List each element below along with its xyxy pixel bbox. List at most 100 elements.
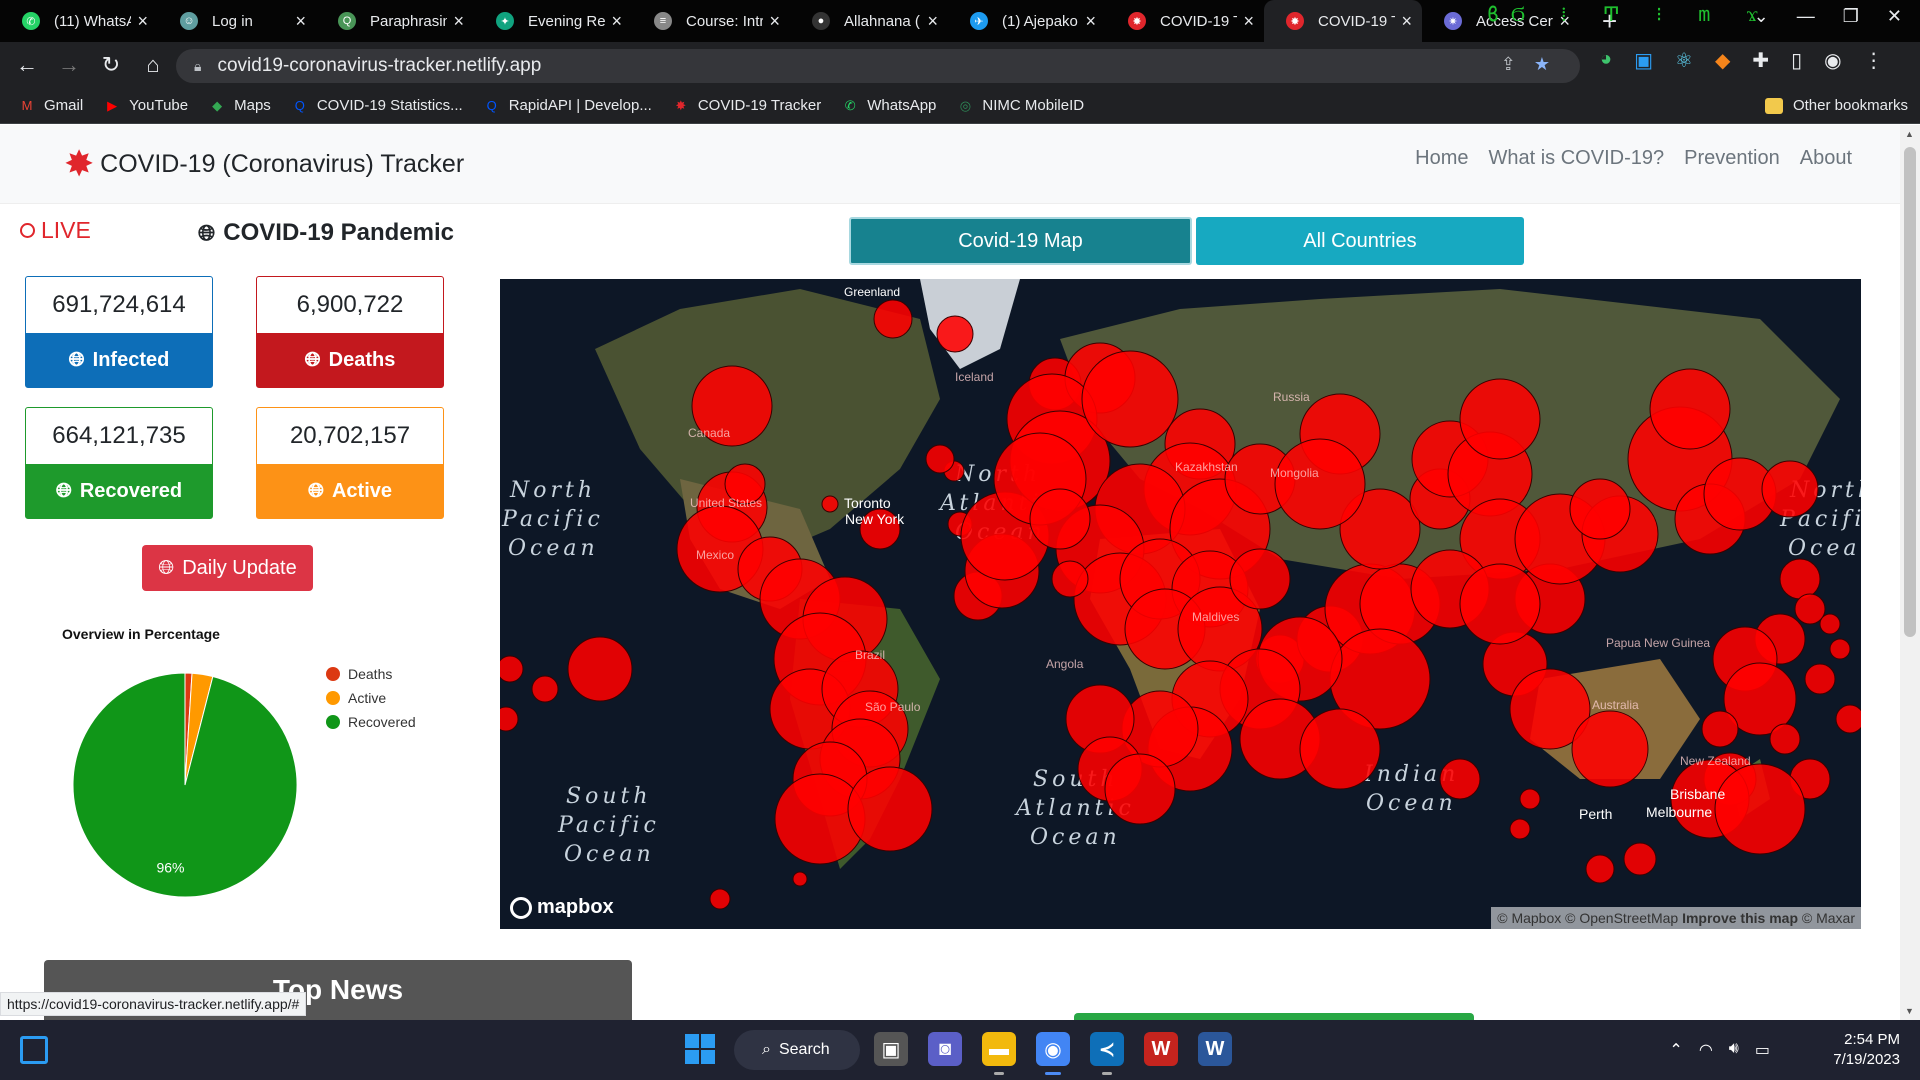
browser-tab[interactable]: ✦ Evening Rec × [474,0,632,42]
bookmark-star-icon[interactable]: ★ [1534,54,1550,75]
bookmark-item[interactable]: M Gmail [18,97,84,114]
scroll-up-icon[interactable]: ▲ [1905,129,1914,139]
case-bubble[interactable] [1509,818,1531,840]
case-bubble[interactable] [1819,613,1841,635]
attribution-maxar[interactable]: © Maxar [1802,910,1855,926]
kebab-menu-icon[interactable]: ⋮ [1864,48,1884,73]
case-bubble[interactable] [500,655,524,683]
case-bubble[interactable] [709,888,731,910]
case-bubble[interactable] [1299,708,1381,790]
nav-link[interactable]: About [1800,147,1852,170]
battery-icon[interactable]: ▭ [1755,1040,1770,1060]
case-bubble[interactable] [1081,350,1179,448]
case-bubble[interactable] [1804,663,1836,695]
file-explorer-icon[interactable]: ▬ [982,1032,1016,1075]
case-bubble[interactable] [1714,763,1806,855]
chrome-icon[interactable]: ◉ [1036,1032,1070,1075]
puzzle-icon[interactable]: ✚ [1752,48,1769,73]
close-tab-icon[interactable]: × [137,11,148,32]
widgets-icon[interactable] [20,1036,48,1064]
nav-link[interactable]: Home [1415,147,1468,170]
case-bubble[interactable] [1229,548,1291,610]
case-bubble[interactable] [1769,723,1801,755]
scrollbar-thumb[interactable] [1904,147,1916,637]
case-bubble[interactable] [567,636,633,702]
clock[interactable]: 2:54 PM 7/19/2023 [1833,1030,1900,1070]
case-bubble[interactable] [531,675,559,703]
covid-map-tab[interactable]: Covid-19 Map [849,217,1192,265]
case-bubble[interactable] [1585,854,1615,884]
word-icon[interactable]: W [1198,1032,1232,1066]
metamask-icon[interactable]: ◆ [1715,48,1730,73]
nav-link[interactable]: Prevention [1684,147,1780,170]
volume-icon[interactable]: 🔊︎ [1729,1040,1739,1060]
chevron-up-icon[interactable]: ⌃ [1669,1040,1682,1060]
attribution-mapbox[interactable]: © Mapbox [1497,910,1561,926]
bookmark-item[interactable]: ◎ NIMC MobileID [956,97,1084,114]
mapbox-logo[interactable]: mapbox [510,896,614,919]
back-arrow-icon[interactable]: ← [6,52,48,78]
case-bubble[interactable] [1779,558,1821,600]
close-tab-icon[interactable]: × [1401,11,1412,32]
lock-icon[interactable]: 🔒︎ [194,58,201,75]
close-icon[interactable]: ✕ [1887,6,1902,27]
browser-tab[interactable]: ☺ Log in × [158,0,316,42]
minimize-icon[interactable]: — [1797,6,1815,27]
wps-office-icon[interactable]: W [1144,1032,1178,1066]
covid-map[interactable]: North Pacific Ocean North Atlantic Ocean… [500,279,1861,929]
site-title[interactable]: COVID-19 (Coronavirus) Tracker [100,150,464,179]
scroll-down-icon[interactable]: ▼ [1905,1006,1914,1016]
case-bubble[interactable] [821,495,839,513]
sidepanel-icon[interactable]: ▯ [1791,48,1802,73]
case-bubble[interactable] [1794,593,1826,625]
case-bubble[interactable] [1835,704,1861,734]
browser-tab[interactable]: ✸ COVID-19 T × [1264,0,1422,42]
close-tab-icon[interactable]: × [769,11,780,32]
browser-tab[interactable]: Q Paraphrasing × [316,0,474,42]
bookmark-item[interactable]: ✸ COVID-19 Tracker [672,97,821,114]
case-bubble[interactable] [1623,842,1657,876]
taskbar-search[interactable]: ⌕ Search [734,1030,860,1070]
close-tab-icon[interactable]: × [295,11,306,32]
maximize-icon[interactable]: ❐ [1843,6,1859,27]
browser-tab[interactable]: ✸ COVID-19 T × [1106,0,1264,42]
task-view-icon[interactable]: ▣ [874,1032,908,1066]
case-bubble[interactable] [873,299,913,339]
bookmark-item[interactable]: Q COVID-19 Statistics... [291,97,463,114]
case-bubble[interactable] [792,871,808,887]
bookmark-item[interactable]: ✆ WhatsApp [841,97,937,114]
browser-tab[interactable]: ● Allahnana (× [790,0,948,42]
legend-item[interactable]: Active [326,686,416,710]
case-bubble[interactable] [1829,638,1851,660]
home-icon[interactable]: ⌂ [132,52,174,78]
teams-chat-icon[interactable]: ◙ [928,1032,962,1066]
avatar[interactable]: ◉ [1824,48,1841,73]
nav-link[interactable]: What is COVID-19? [1489,147,1665,170]
attribution-osm[interactable]: © OpenStreetMap [1565,910,1678,926]
case-bubble[interactable] [1274,438,1366,530]
daily-update-button[interactable]: 🌐︎ Daily Update [142,545,313,591]
chevron-down-icon[interactable]: ⌄ [1754,6,1769,27]
legend-item[interactable]: Recovered [326,710,416,734]
forward-arrow-icon[interactable]: → [48,52,90,78]
bookmark-item[interactable]: ▶ YouTube [103,97,188,114]
react-devtools-icon[interactable]: ⚛ [1675,48,1693,73]
legend-item[interactable]: Deaths [326,662,416,686]
case-bubble[interactable] [1459,563,1541,645]
bookmark-item[interactable]: Q RapidAPI | Develop... [483,97,652,114]
case-bubble[interactable] [1571,710,1649,788]
browser-tab[interactable]: ✈ (1) Ajepako × [948,0,1106,42]
case-bubble[interactable] [1104,753,1176,825]
case-bubble[interactable] [1701,710,1739,748]
case-bubble[interactable] [1761,460,1819,518]
pie-slice-recovered[interactable] [72,672,298,898]
case-bubble[interactable] [847,766,933,852]
case-bubble[interactable] [1459,378,1541,460]
wifi-icon[interactable]: ◠ [1699,1040,1713,1060]
case-bubble[interactable] [1519,788,1541,810]
case-bubble[interactable] [1051,560,1089,598]
vscode-icon[interactable]: ≺ [1090,1032,1124,1075]
reload-icon[interactable]: ↻ [90,52,132,78]
case-bubble[interactable] [1569,478,1631,540]
other-bookmarks[interactable]: Other bookmarks [1764,97,1908,114]
